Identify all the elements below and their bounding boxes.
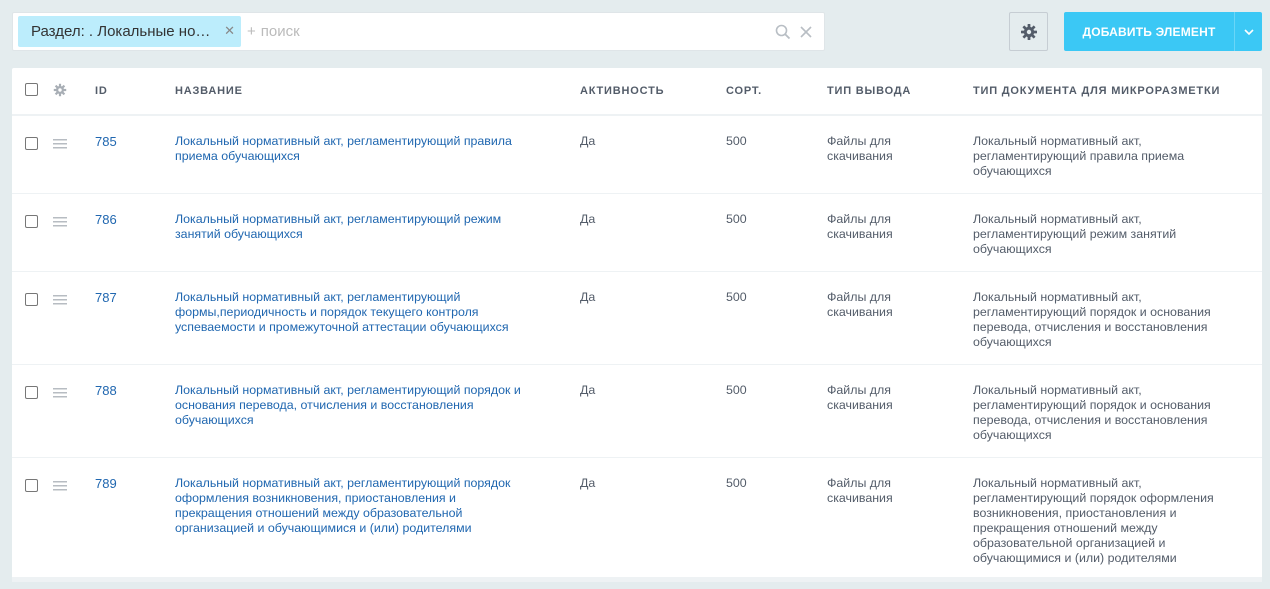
drag-handle-icon[interactable] xyxy=(53,294,67,305)
gear-icon xyxy=(1020,23,1037,40)
row-active: Да xyxy=(580,271,726,365)
row-doctype: Локальный нормативный акт, регламентирую… xyxy=(973,211,1177,256)
row-active: Да xyxy=(580,457,726,580)
table-row[interactable]: 786 Локальный нормативный акт, регламент… xyxy=(12,193,1262,272)
row-sort: 500 xyxy=(726,364,827,458)
row-id-link[interactable]: 788 xyxy=(95,383,117,398)
row-sort: 500 xyxy=(726,193,827,272)
header-sort[interactable]: СОРТ. xyxy=(726,68,827,116)
row-id-link[interactable]: 786 xyxy=(95,212,117,227)
row-sort: 500 xyxy=(726,115,827,194)
header-doctype[interactable]: ТИП ДОКУМЕНТА ДЛЯ МИКРОРАЗМЕТКИ xyxy=(973,68,1262,116)
chevron-down-icon xyxy=(1243,28,1254,35)
row-checkbox[interactable] xyxy=(25,214,38,228)
section-filter-chip[interactable]: Раздел: . Локальные но… ✕ xyxy=(18,16,241,47)
row-type: Файлы для скачивания xyxy=(827,211,893,241)
table-row[interactable]: 788 Локальный нормативный акт, регламент… xyxy=(12,364,1262,458)
elements-table: ID НАЗВАНИЕ АКТИВНОСТЬ СОРТ. ТИП ВЫВОДА … xyxy=(12,68,1262,580)
settings-button[interactable] xyxy=(1009,12,1048,51)
table-row[interactable]: 787 Локальный нормативный акт, регламент… xyxy=(12,271,1262,365)
drag-handle-icon[interactable] xyxy=(53,387,67,398)
plus-icon: + xyxy=(247,23,256,40)
table-footer-divider xyxy=(12,577,1262,582)
filter-bar: Раздел: . Локальные но… ✕ + xyxy=(12,12,825,51)
row-id-link[interactable]: 787 xyxy=(95,290,117,305)
search-icon[interactable] xyxy=(774,23,792,41)
row-checkbox[interactable] xyxy=(25,385,38,399)
row-type: Файлы для скачивания xyxy=(827,382,893,412)
drag-handle-icon[interactable] xyxy=(53,139,67,149)
row-type: Файлы для скачивания xyxy=(827,289,893,319)
table-row[interactable]: 789 Локальный нормативный акт, регламент… xyxy=(12,457,1262,580)
header-type[interactable]: ТИП ВЫВОДА xyxy=(827,68,973,116)
row-name-link[interactable]: Локальный нормативный акт, регламентирую… xyxy=(175,290,530,335)
row-sort: 500 xyxy=(726,271,827,365)
row-name-link[interactable]: Локальный нормативный акт, регламентирую… xyxy=(175,212,545,242)
row-checkbox[interactable] xyxy=(25,292,38,306)
row-checkbox[interactable] xyxy=(25,137,38,150)
elements-table-panel: ID НАЗВАНИЕ АКТИВНОСТЬ СОРТ. ТИП ВЫВОДА … xyxy=(12,68,1262,582)
clear-search-icon[interactable] xyxy=(797,23,815,41)
row-doctype: Локальный нормативный акт, регламентирую… xyxy=(973,382,1211,442)
row-type: Файлы для скачивания xyxy=(827,134,893,163)
row-active: Да xyxy=(580,364,726,458)
add-element-dropdown[interactable] xyxy=(1235,28,1262,35)
row-doctype: Локальный нормативный акт, регламентирую… xyxy=(973,475,1214,565)
row-active: Да xyxy=(580,115,726,194)
row-doctype: Локальный нормативный акт, регламентирую… xyxy=(973,134,1185,178)
select-all-checkbox[interactable] xyxy=(25,83,38,96)
add-element-button[interactable]: ДОБАВИТЬ ЭЛЕМЕНТ xyxy=(1064,12,1262,51)
drag-handle-icon[interactable] xyxy=(53,216,67,227)
close-icon[interactable]: ✕ xyxy=(224,23,235,39)
row-sort: 500 xyxy=(726,457,827,580)
search-input[interactable] xyxy=(260,16,761,47)
column-settings-gear-icon[interactable] xyxy=(53,83,67,97)
header-id[interactable]: ID xyxy=(95,68,175,116)
section-filter-chip-label: Раздел: . Локальные но… xyxy=(31,23,211,40)
row-type: Файлы для скачивания xyxy=(827,475,893,505)
row-doctype: Локальный нормативный акт, регламентирую… xyxy=(973,289,1211,349)
row-name-link[interactable]: Локальный нормативный акт, регламентирую… xyxy=(175,134,545,164)
header-name[interactable]: НАЗВАНИЕ xyxy=(175,68,580,116)
row-id-link[interactable]: 789 xyxy=(95,476,117,491)
row-name-link[interactable]: Локальный нормативный акт, регламентирую… xyxy=(175,476,535,536)
add-element-label: ДОБАВИТЬ ЭЛЕМЕНТ xyxy=(1082,24,1216,39)
header-active[interactable]: АКТИВНОСТЬ xyxy=(580,68,726,116)
table-header-row: ID НАЗВАНИЕ АКТИВНОСТЬ СОРТ. ТИП ВЫВОДА … xyxy=(12,68,1262,116)
table-row[interactable]: 785 Локальный нормативный акт, регламент… xyxy=(12,115,1262,194)
row-checkbox[interactable] xyxy=(25,478,38,492)
row-active: Да xyxy=(580,193,726,272)
row-name-link[interactable]: Локальный нормативный акт, регламентирую… xyxy=(175,383,545,428)
row-id-link[interactable]: 785 xyxy=(95,134,117,149)
drag-handle-icon[interactable] xyxy=(53,480,67,491)
